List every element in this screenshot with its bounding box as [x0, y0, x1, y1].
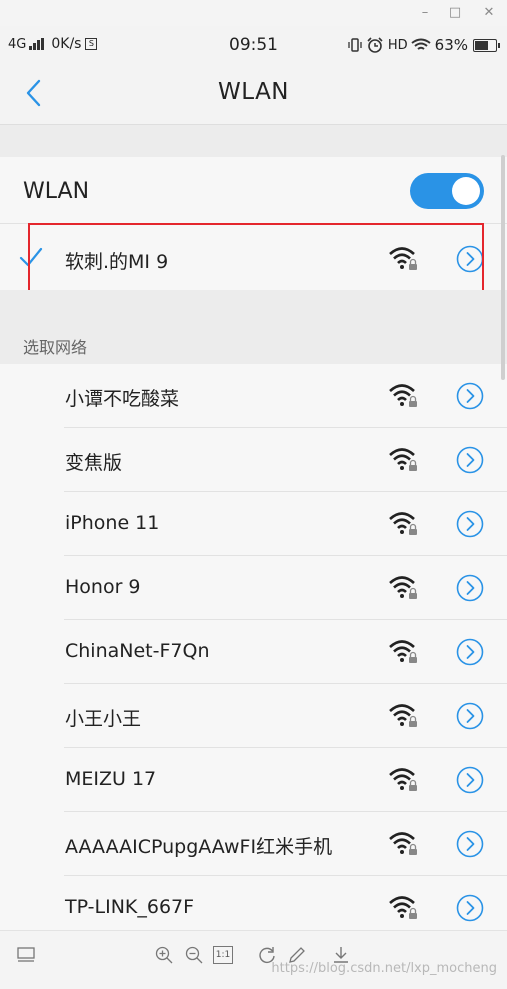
network-name: 小王小王: [65, 708, 142, 730]
available-networks-list: 小谭不吃酸菜 变焦版 iPhone 11 Honor 9 ChinaNet-F7…: [0, 364, 507, 940]
list-item[interactable]: 小谭不吃酸菜: [0, 364, 507, 428]
network-detail-chevron-icon[interactable]: [456, 245, 484, 273]
network-name: ChinaNet-F7Qn: [65, 640, 210, 662]
network-name: Honor 9: [65, 576, 141, 598]
network-name: 变焦版: [65, 452, 123, 474]
battery-percent: 63%: [434, 36, 468, 54]
network-name: AAAAAICPupgAAwFI红米手机: [65, 836, 333, 858]
actual-size-button[interactable]: 1:1: [213, 946, 233, 964]
connected-network-name: 软刺.的MI 9: [65, 251, 169, 273]
close-icon[interactable]: ✕: [478, 3, 500, 23]
network-detail-chevron-icon[interactable]: [456, 574, 484, 602]
maximize-icon[interactable]: □: [444, 3, 466, 23]
wifi-locked-icon: [389, 247, 417, 270]
zoom-out-icon[interactable]: [184, 945, 204, 965]
window-title-bar: – □ ✕: [0, 0, 507, 26]
wifi-locked-icon: [389, 768, 417, 791]
wifi-locked-icon: [389, 576, 417, 599]
network-detail-chevron-icon[interactable]: [456, 766, 484, 794]
wifi-locked-icon: [389, 704, 417, 727]
watermark-text: https://blog.csdn.net/lxp_mocheng: [271, 961, 497, 976]
connected-network-row[interactable]: 软刺.的MI 9: [0, 224, 507, 290]
wifi-locked-icon: [389, 448, 417, 471]
network-name: TP-LINK_667F: [65, 896, 195, 918]
list-item[interactable]: ChinaNet-F7Qn: [0, 620, 507, 684]
hd-badge: HD: [387, 37, 408, 53]
battery-icon: [473, 38, 500, 52]
network-name: 小谭不吃酸菜: [65, 388, 180, 410]
list-item[interactable]: iPhone 11: [0, 492, 507, 556]
network-detail-chevron-icon[interactable]: [456, 830, 484, 858]
list-item[interactable]: MEIZU 17: [0, 748, 507, 812]
scrollbar[interactable]: [501, 155, 505, 380]
wifi-locked-icon: [389, 512, 417, 535]
minimize-icon[interactable]: –: [414, 3, 436, 23]
wlan-toggle-switch[interactable]: [410, 173, 484, 209]
wifi-status-icon: [411, 38, 431, 50]
alarm-icon: [367, 37, 383, 53]
thumbnail-icon[interactable]: [16, 945, 36, 965]
network-detail-chevron-icon[interactable]: [456, 446, 484, 474]
network-name: iPhone 11: [65, 512, 160, 534]
network-detail-chevron-icon[interactable]: [456, 382, 484, 410]
zoom-in-icon[interactable]: [154, 945, 174, 965]
wifi-locked-icon: [389, 896, 417, 919]
spacer: [0, 125, 507, 157]
status-bar: 4G 0K/s S 09:51 HD 63%: [0, 26, 507, 64]
network-detail-chevron-icon[interactable]: [456, 510, 484, 538]
list-item[interactable]: Honor 9: [0, 556, 507, 620]
list-item[interactable]: 小王小王: [0, 684, 507, 748]
header: WLAN: [0, 64, 507, 125]
viewer-toolbar: 1:1 https://blog.csdn.net/lxp_mocheng: [0, 930, 507, 989]
network-name: MEIZU 17: [65, 768, 157, 790]
section-title: 选取网络: [23, 338, 88, 357]
wlan-label: WLAN: [23, 179, 90, 204]
page-title: WLAN: [217, 79, 290, 105]
network-detail-chevron-icon[interactable]: [456, 702, 484, 730]
toggle-knob: [452, 177, 480, 205]
wifi-locked-icon: [389, 832, 417, 855]
vibrate-icon: [348, 38, 362, 52]
network-detail-chevron-icon[interactable]: [456, 894, 484, 922]
list-item[interactable]: 变焦版: [0, 428, 507, 492]
wifi-locked-icon: [389, 384, 417, 407]
list-item[interactable]: AAAAAICPupgAAwFI红米手机: [0, 812, 507, 876]
network-detail-chevron-icon[interactable]: [456, 638, 484, 666]
wlan-toggle-row: WLAN: [0, 157, 507, 224]
wifi-locked-icon: [389, 640, 417, 663]
checkmark-icon: [19, 247, 43, 267]
